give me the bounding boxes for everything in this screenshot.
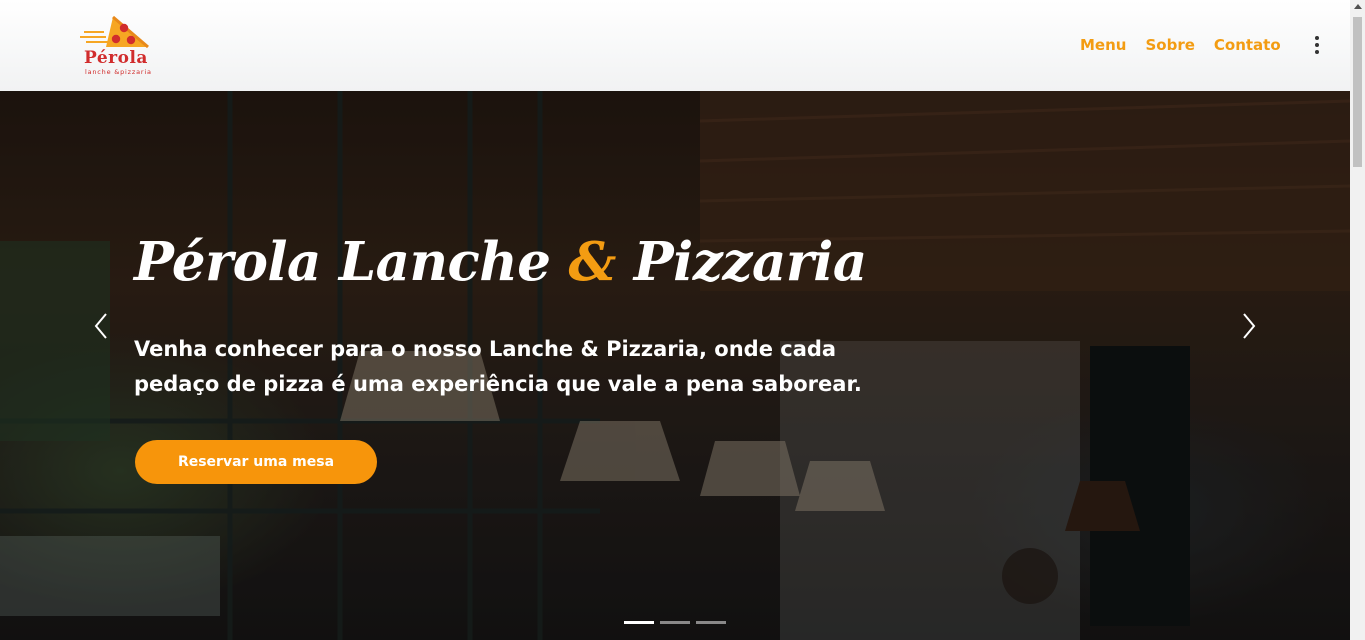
nav-link-sobre[interactable]: Sobre [1145,36,1194,54]
nav-links: Menu Sobre Contato [1080,36,1281,54]
carousel-next-button[interactable] [1236,311,1260,341]
chevron-left-icon [94,313,107,339]
nav-link-menu[interactable]: Menu [1080,36,1126,54]
carousel-indicators [624,621,726,624]
scrollbar-thumb[interactable] [1353,17,1362,167]
nav-link-contato[interactable]: Contato [1214,36,1281,54]
carousel-indicator-2[interactable] [660,621,690,624]
scroll-up-arrow-icon[interactable] [1354,4,1362,9]
chevron-right-icon [1243,313,1256,339]
hero-carousel: Pérola Lanche & Pizzaria Venha conhecer … [0,91,1350,640]
carousel-indicator-1[interactable] [624,621,654,624]
more-vertical-icon[interactable] [1309,36,1325,56]
hero-title-main: Pérola Lanche [134,231,551,293]
brand-logo[interactable]: Pérola lanche &pizzaria [78,13,152,77]
carousel-indicator-3[interactable] [696,621,726,624]
hero-title-end: Pizzaria [633,231,867,293]
pizza-slice-icon [80,15,149,49]
hero-description: Venha conhecer para o nosso Lanche & Piz… [134,337,862,396]
brand-tagline: lanche &pizzaria [85,68,152,76]
brand-name: Pérola [84,48,148,68]
reserve-table-button[interactable]: Reservar uma mesa [135,440,377,484]
hero-title: Pérola Lanche & Pizzaria [134,231,867,293]
hero-title-ampersand: & [568,231,616,293]
carousel-prev-button[interactable] [90,311,114,341]
navbar: Pérola lanche &pizzaria Menu Sobre Conta… [0,0,1350,91]
page-scrollbar[interactable] [1350,0,1365,640]
